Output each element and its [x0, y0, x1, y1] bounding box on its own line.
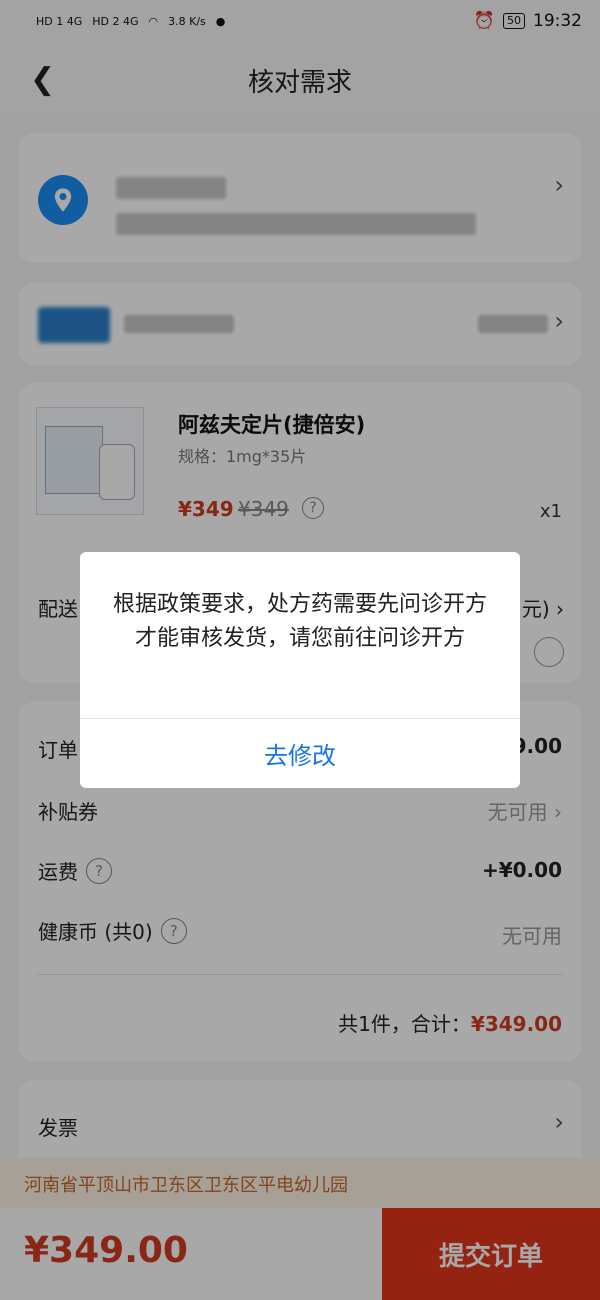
dialog-message: 根据政策要求，处方药需要先问诊开方才能审核发货，请您前往问诊开方 [112, 592, 487, 651]
dialog-modify-button[interactable]: 去修改 [80, 719, 520, 788]
prescription-dialog: 根据政策要求，处方药需要先问诊开方才能审核发货，请您前往问诊开方 去修改 [80, 552, 520, 788]
